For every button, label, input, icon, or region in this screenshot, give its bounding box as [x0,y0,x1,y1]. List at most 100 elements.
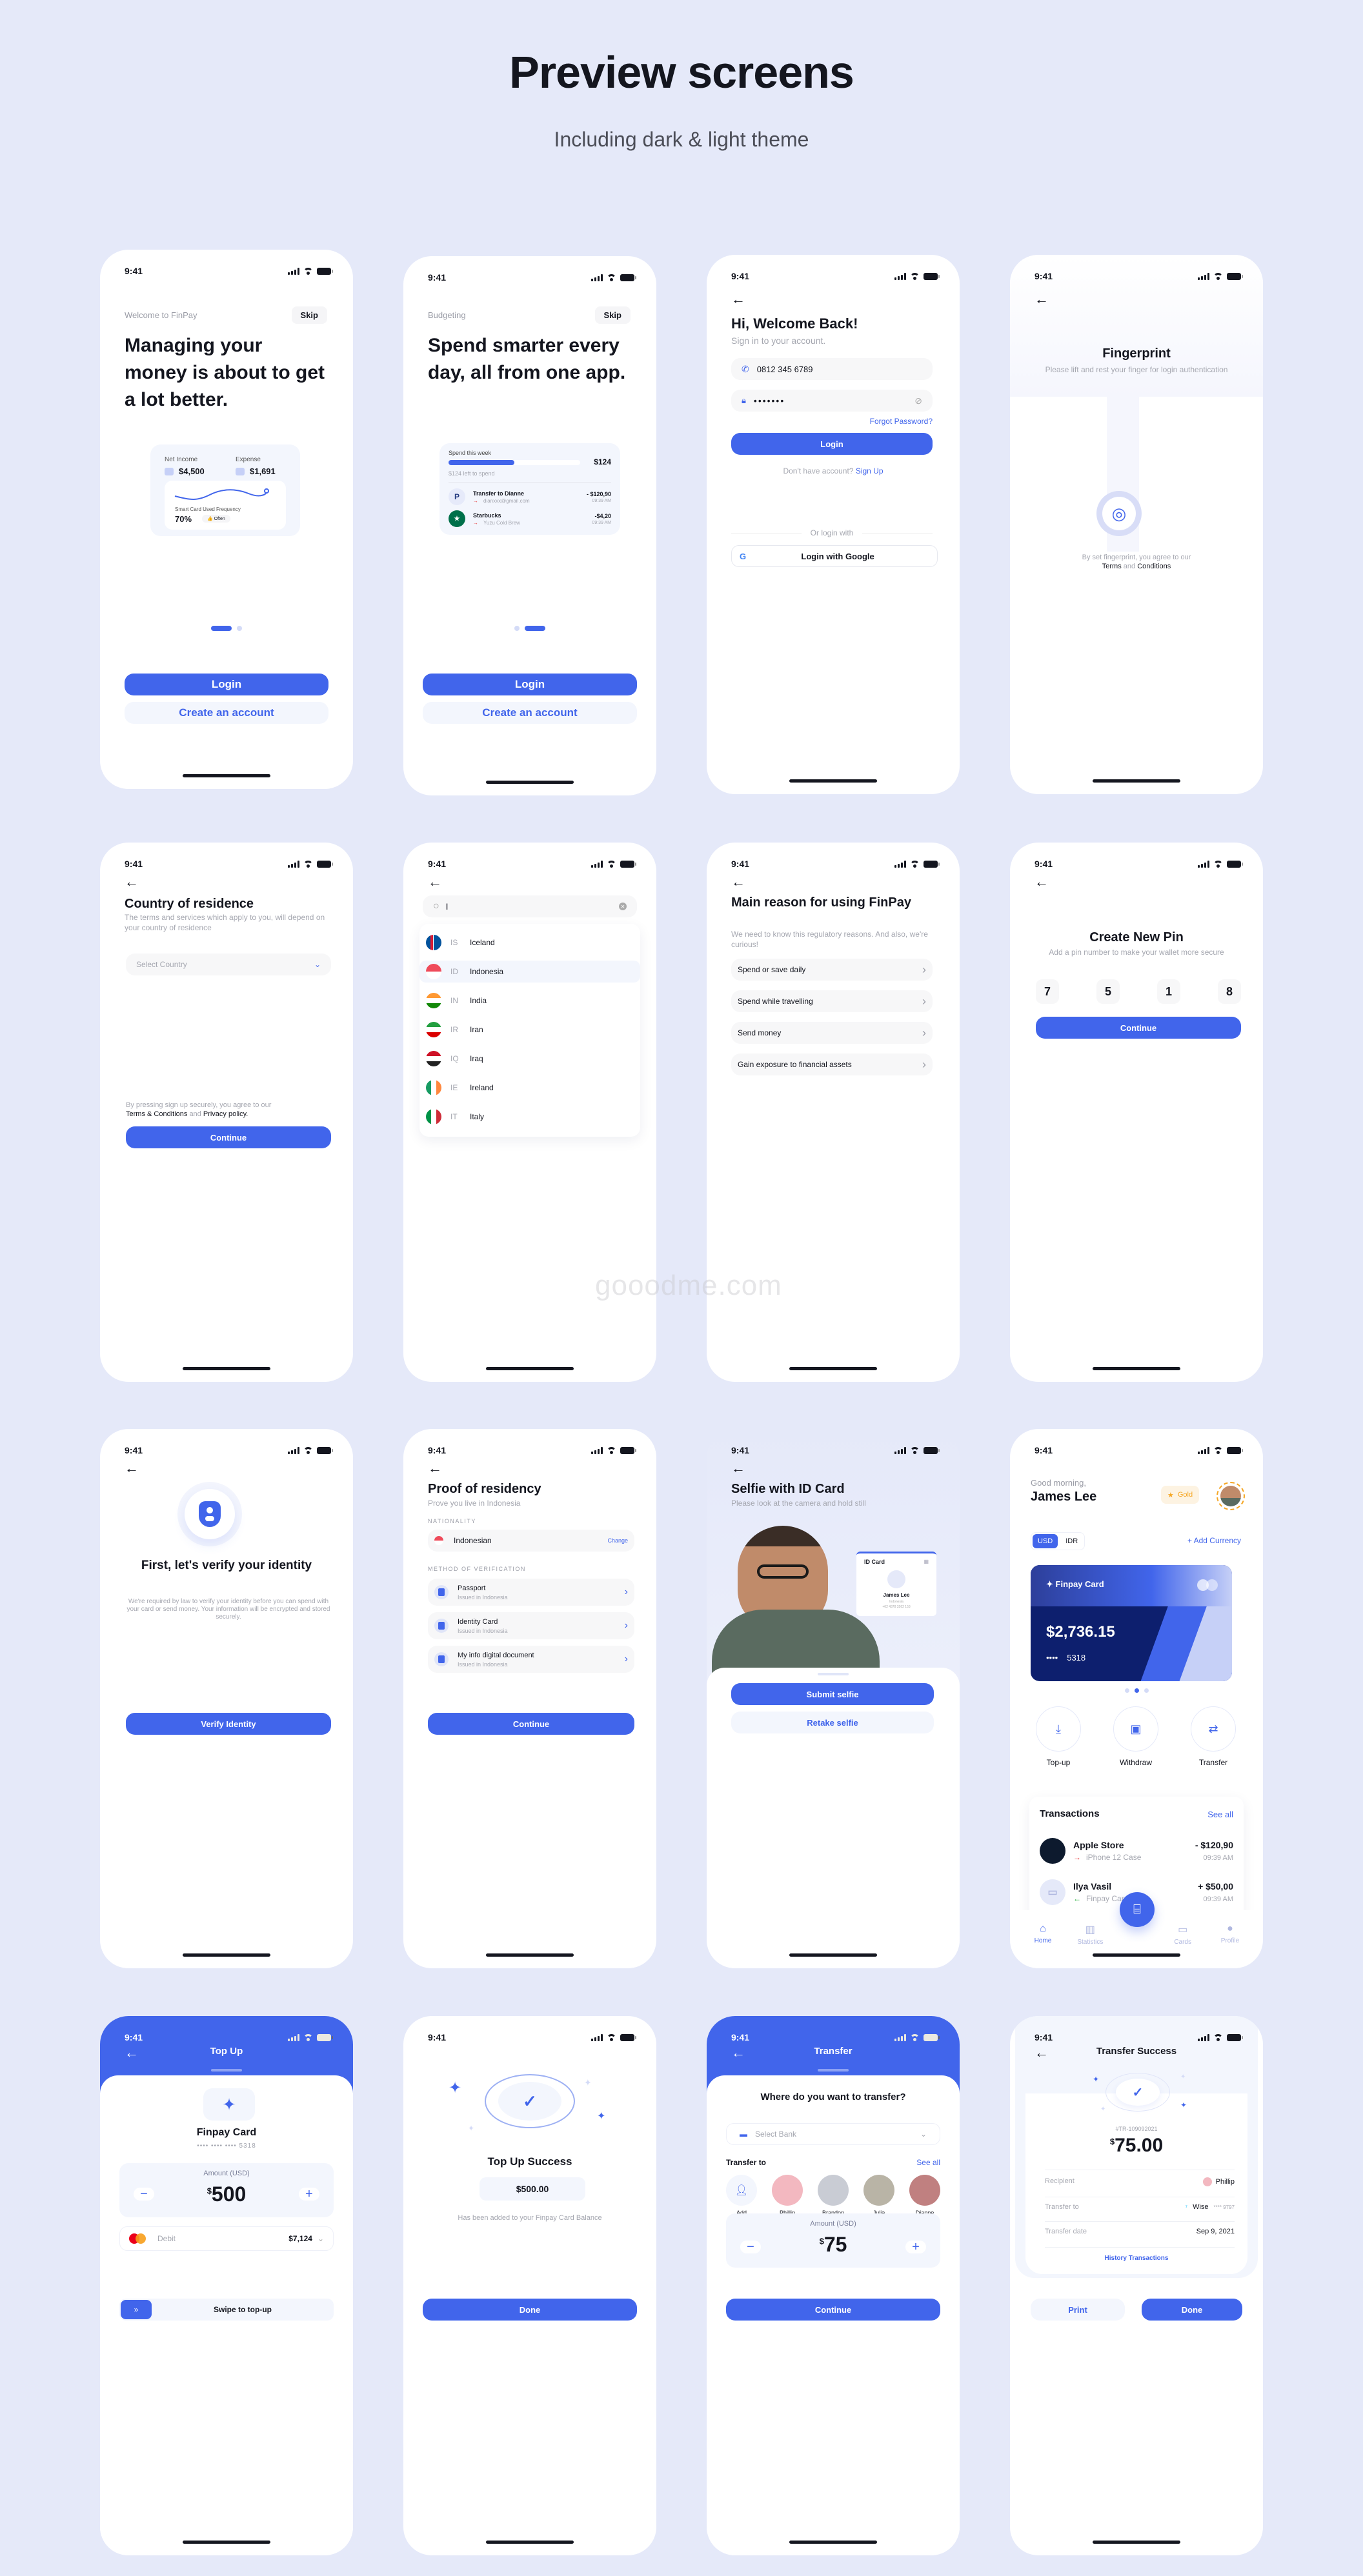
eye-off-icon[interactable]: ⊘ [914,395,922,406]
password-field[interactable]: 🔒︎ ••••••• ⊘ [731,390,933,412]
history-transactions-link[interactable]: History Transactions [1010,2255,1263,2262]
country-item-iran[interactable]: IR Iran [419,1019,640,1041]
increase-button[interactable]: + [299,2187,319,2201]
status-bar: 9:41 [1035,1444,1243,1456]
country-item-indonesia[interactable]: ID Indonesia [419,961,640,983]
forgot-password-link[interactable]: Forgot Password? [870,417,933,426]
login-button[interactable]: Login [125,674,328,695]
continue-button[interactable]: Continue [126,1126,331,1148]
increase-button[interactable]: + [905,2240,926,2254]
continue-button[interactable]: Continue [428,1713,634,1735]
nav-cards[interactable]: ▭ Cards [1167,1923,1199,1946]
payment-source-dropdown[interactable]: Debit $7,124 ⌄ [119,2226,334,2251]
conditions-link[interactable]: Conditions [1137,563,1171,570]
change-nationality-link[interactable]: Change [607,1537,628,1544]
reason-option[interactable]: Send money › [731,1022,933,1044]
back-arrow-icon[interactable]: ← [731,1461,745,1475]
terms-link[interactable]: Terms & Conditions [126,1110,187,1118]
continue-button[interactable]: Continue [1036,1017,1241,1039]
add-currency-button[interactable]: + Add Currency [1187,1536,1241,1545]
flag-icon [426,993,441,1008]
add-contact-button[interactable]: 👤︎ Add [726,2175,757,2216]
country-item-italy[interactable]: IT Italy [419,1106,640,1128]
list-item[interactable]: ★ Starbucks → Yuzu Cold Brew -$4,20 09:39 AM [449,510,611,527]
wifi-icon [607,2033,616,2041]
back-arrow-icon[interactable]: ← [731,875,745,889]
swipe-to-topup-slider[interactable]: » Swipe to top-up [119,2299,334,2321]
continue-button[interactable]: Continue [726,2299,940,2321]
withdraw-action[interactable]: ▣ Withdraw [1112,1706,1160,1767]
create-account-button[interactable]: Create an account [423,702,637,724]
phone-field[interactable]: ✆ 0812 345 6789 [731,358,933,380]
back-arrow-icon[interactable]: ← [731,292,745,306]
country-item-india[interactable]: IN India [419,990,640,1012]
battery-icon [317,860,333,868]
reason-option[interactable]: Spend while travelling › [731,990,933,1012]
select-country-dropdown[interactable]: Select Country ⌄ [126,954,331,975]
transfer-action[interactable]: ⇄ Transfer [1189,1706,1237,1767]
retake-selfie-button[interactable]: Retake selfie [731,1712,934,1733]
country-item-ireland[interactable]: IE Ireland [419,1077,640,1099]
transaction-row[interactable]: Apple Store → iPhone 12 Case - $120,90 09:39… [1040,1838,1233,1864]
login-button[interactable]: Login [731,433,933,455]
pin-digit[interactable]: 8 [1218,979,1241,1004]
signal-icon [1198,272,1209,280]
privacy-link[interactable]: Privacy policy. [203,1110,248,1118]
sheet-handle[interactable] [818,1673,849,1675]
clear-icon[interactable]: ✕ [619,903,627,910]
nav-statistics[interactable]: ▥ Statistics [1074,1923,1106,1946]
pin-input[interactable]: 7 5 1 8 [1036,979,1241,1004]
nav-home[interactable]: ⌂ Home [1027,1923,1059,1946]
status-bar: 9:41 [1035,270,1243,282]
skip-button[interactable]: Skip [594,306,631,324]
reason-option[interactable]: Spend or save daily › [731,959,933,981]
contact-phillip[interactable]: Phillip [772,2175,803,2216]
back-arrow-icon[interactable]: ← [125,875,139,889]
back-arrow-icon[interactable]: ← [428,875,442,889]
nav-label: Home [1034,1937,1052,1944]
verify-identity-button[interactable]: Verify Identity [126,1713,331,1735]
create-account-button[interactable]: Create an account [125,702,328,724]
scan-qr-button[interactable]: ⌸ [1120,1892,1155,1927]
search-input[interactable]: ○ I ✕ [423,895,637,917]
print-button[interactable]: Print [1031,2299,1125,2321]
back-arrow-icon[interactable]: ← [428,1461,442,1475]
google-login-button[interactable]: G Login with Google [731,545,938,567]
done-button[interactable]: Done [423,2299,637,2321]
verification-method[interactable]: Identity Card Issued in Indonesia › [428,1612,634,1639]
country-item-iraq[interactable]: IQ Iraq [419,1048,640,1070]
sign-up-link[interactable]: Sign Up [856,466,883,475]
avatar[interactable] [1217,1482,1245,1510]
swipe-handle-icon[interactable]: » [121,2300,152,2319]
back-arrow-icon[interactable]: ← [125,1461,139,1475]
see-all-link[interactable]: See all [1207,1810,1233,1819]
id-card-label: ID Card [864,1559,885,1565]
pin-digit[interactable]: 7 [1036,979,1059,1004]
contact-julia[interactable]: Julia [863,2175,894,2216]
submit-selfie-button[interactable]: Submit selfie [731,1683,934,1705]
back-arrow-icon[interactable]: ← [1035,875,1049,889]
select-bank-dropdown[interactable]: ▬ Select Bank ⌄ [726,2123,940,2145]
done-button[interactable]: Done [1142,2299,1242,2321]
verification-method[interactable]: Passport Issued in Indonesia › [428,1579,634,1606]
verification-method[interactable]: My info digital document Issued in Indone… [428,1646,634,1673]
list-item[interactable]: P Transfer to Dianne → dianxxx@gmail.com - $… [449,488,611,505]
see-all-link[interactable]: See all [916,2158,940,2167]
skip-button[interactable]: Skip [291,306,327,324]
finpay-card[interactable]: ✦ Finpay Card $2,736.15 •••• 5318 [1031,1565,1232,1681]
top-up-action[interactable]: ⤓ Top-up [1035,1706,1082,1767]
pin-digit[interactable]: 1 [1157,979,1180,1004]
country-item-iceland[interactable]: IS Iceland [419,932,640,954]
currency-idr[interactable]: IDR [1060,1534,1083,1548]
contact-brandon[interactable]: Brandon [818,2175,849,2216]
page-indicator [403,626,656,631]
nav-profile[interactable]: ● Profile [1214,1923,1246,1946]
fingerprint-button[interactable]: ◎ [1096,491,1142,536]
back-arrow-icon[interactable]: ← [1035,292,1049,306]
pin-digit[interactable]: 5 [1096,979,1120,1004]
contact-dianne[interactable]: Dianne [909,2175,940,2216]
reason-option[interactable]: Gain exposure to financial assets › [731,1053,933,1075]
currency-usd[interactable]: USD [1033,1534,1058,1548]
login-button[interactable]: Login [423,674,637,695]
terms-link[interactable]: Terms [1102,563,1122,570]
